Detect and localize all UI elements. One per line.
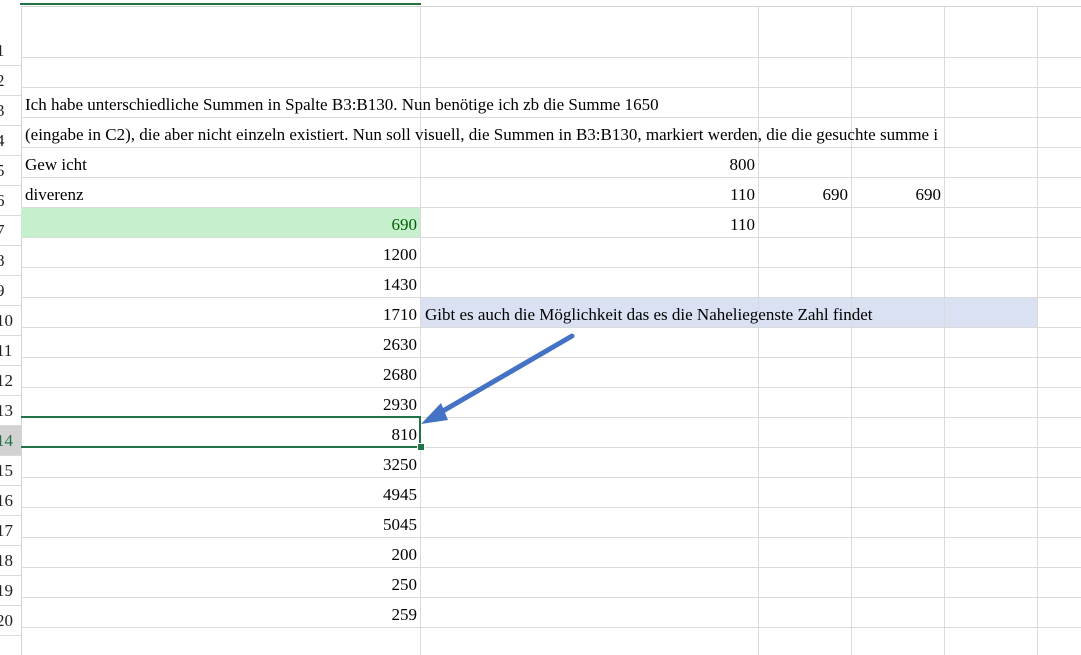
cell-B8[interactable]: 1200	[21, 240, 421, 270]
active-cell-border	[21, 416, 421, 448]
cell-B16[interactable]: 4945	[21, 480, 421, 510]
cell-B18[interactable]: 200	[21, 540, 421, 570]
row-header[interactable]: 1	[0, 36, 21, 66]
row-header[interactable]: 4	[0, 126, 21, 156]
row-header[interactable]: 7	[0, 216, 21, 246]
row-header[interactable]: 3	[0, 96, 21, 126]
row-header[interactable]: 8	[0, 246, 21, 276]
row-divider	[21, 57, 1081, 58]
cell-B20[interactable]: 259	[21, 600, 421, 630]
row-header-selected[interactable]: 14	[0, 426, 21, 456]
row-header[interactable]: 17	[0, 516, 21, 546]
cell-D5[interactable]: 800	[659, 150, 759, 180]
row-header[interactable]: 13	[0, 396, 21, 426]
row-divider	[21, 87, 1081, 88]
cell-C10-note[interactable]: Gibt es auch die Möglichkeit das es die …	[421, 300, 877, 330]
col-divider	[758, 6, 759, 655]
cell-B12[interactable]: 2680	[21, 360, 421, 390]
row-header[interactable]: 10	[0, 306, 21, 336]
cell-B3-text[interactable]: Ich habe unterschiedliche Summen in Spal…	[21, 90, 663, 120]
row-header[interactable]: 18	[0, 546, 21, 576]
row-divider	[21, 177, 1081, 178]
fill-handle[interactable]	[417, 443, 425, 451]
cell-B7[interactable]: 690	[21, 210, 421, 240]
row-header[interactable]: 2	[0, 66, 21, 96]
cell-B17[interactable]: 5045	[21, 510, 421, 540]
row-header[interactable]: 6	[0, 186, 21, 216]
row-header[interactable]: 19	[0, 576, 21, 606]
cell-B11[interactable]: 2630	[21, 330, 421, 360]
cell-B19[interactable]: 250	[21, 570, 421, 600]
cell-B4-text[interactable]: (eingabe in C2), die aber nicht einzeln …	[21, 120, 942, 150]
row-header[interactable]: 9	[0, 276, 21, 306]
cell-B15[interactable]: 3250	[21, 450, 421, 480]
col-divider	[944, 6, 945, 655]
cell-D6[interactable]: 110	[659, 180, 759, 210]
row-header[interactable]: 11	[0, 336, 21, 366]
col-divider	[1037, 6, 1038, 655]
row-header[interactable]: 20	[0, 606, 21, 636]
cell-E6[interactable]: 690	[752, 180, 852, 210]
cell-B6-text[interactable]: diverenz	[21, 180, 88, 210]
row-header[interactable]: 16	[0, 486, 21, 516]
row-header[interactable]: 12	[0, 366, 21, 396]
cell-B10[interactable]: 1710	[21, 300, 421, 330]
cell-D7[interactable]: 110	[659, 210, 759, 240]
col-divider	[851, 6, 852, 655]
cell-F6[interactable]: 690	[845, 180, 945, 210]
column-selection-indicator	[20, 3, 421, 5]
row-headers: 1 2 3 4 5 6 7 8 9 10 11 12 13 14 15 16 1…	[0, 6, 22, 655]
spreadsheet-grid[interactable]: Ich habe unterschiedliche Summen in Spal…	[21, 6, 1081, 655]
row-header[interactable]: 5	[0, 156, 21, 186]
cell-B9[interactable]: 1430	[21, 270, 421, 300]
cell-B5-text[interactable]: Gew icht	[21, 150, 91, 180]
row-header[interactable]: 15	[0, 456, 21, 486]
